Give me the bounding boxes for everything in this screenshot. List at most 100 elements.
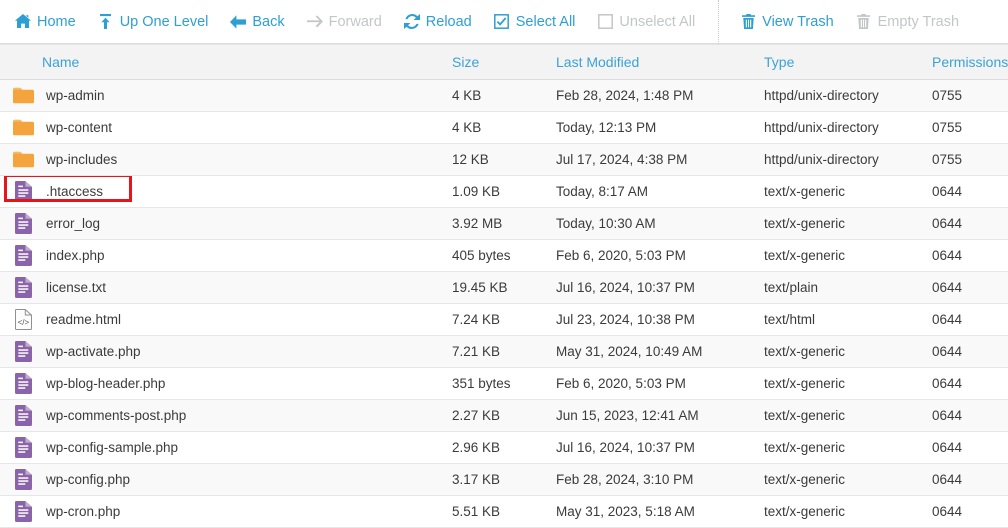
cell-name[interactable]: wp-config.php [0,463,444,496]
cell-name[interactable]: error_log [0,207,444,240]
file-name-label[interactable]: wp-includes [46,152,117,167]
cell-size: 3.92 MB [444,207,548,240]
cell-type: text/plain [756,271,924,304]
cell-size: 4 KB [444,79,548,112]
column-header-permissions[interactable]: Permissions [924,44,1008,80]
text-file-icon [12,373,34,395]
cell-size: 7.24 KB [444,303,548,336]
text-file-icon [12,245,34,267]
table-row[interactable]: </> readme.html 7.24 KB Jul 23, 2024, 10:38… [0,303,1008,336]
cell-permissions: 0644 [924,207,1008,240]
cell-name[interactable]: wp-blog-header.php [0,367,444,400]
table-row[interactable]: wp-config.php 3.17 KB Feb 28, 2024, 3:10 P… [0,463,1008,496]
file-name-label[interactable]: wp-comments-post.php [46,408,186,423]
folder-icon [12,149,34,171]
cell-permissions: 0644 [924,239,1008,272]
home-icon [15,14,31,30]
file-name-container[interactable]: wp-comments-post.php [0,400,444,431]
html-file-icon: </> [12,309,34,331]
cell-name[interactable]: wp-activate.php [0,335,444,368]
cell-name[interactable]: .htaccess [0,175,444,208]
file-name-label[interactable]: wp-blog-header.php [46,376,165,391]
cell-name[interactable]: index.php [0,239,444,272]
file-name-label[interactable]: wp-cron.php [46,504,120,519]
file-name-label[interactable]: index.php [46,248,105,263]
table-row[interactable]: wp-includes 12 KB Jul 17, 2024, 4:38 PM htt… [0,143,1008,176]
file-name-container[interactable]: </> readme.html [0,304,444,335]
file-name-container[interactable]: license.txt [0,272,444,303]
toolbar-button-up-one-level[interactable]: Up One Level [87,10,220,34]
cell-size: 1.09 KB [444,175,548,208]
table-row[interactable]: wp-activate.php 7.21 KB May 31, 2024, 10:4… [0,335,1008,368]
file-name-container[interactable]: wp-activate.php [0,336,444,367]
cell-name[interactable]: license.txt [0,271,444,304]
column-header-last-modified[interactable]: Last Modified [548,44,756,80]
cell-size: 4 KB [444,111,548,144]
table-row[interactable]: wp-comments-post.php 2.27 KB Jun 15, 2023,… [0,399,1008,432]
file-name-label[interactable]: wp-activate.php [46,344,141,359]
folder-icon [12,117,34,139]
cell-name[interactable]: wp-includes [0,143,444,176]
table-row[interactable]: wp-blog-header.php 351 bytes Feb 6, 2020, … [0,367,1008,400]
file-name-label[interactable]: wp-content [46,120,112,135]
cell-name[interactable]: wp-admin [0,79,444,112]
toolbar-button-label: Reload [425,13,472,30]
file-name-container[interactable]: wp-includes [0,144,444,175]
table-row[interactable]: index.php 405 bytes Feb 6, 2020, 5:03 PM te… [0,239,1008,272]
cell-last-modified: Today, 10:30 AM [548,207,756,240]
toolbar-button-back[interactable]: Back [219,10,295,34]
cell-size: 2.96 KB [444,431,548,464]
cell-name[interactable]: wp-content [0,111,444,144]
file-name-container[interactable]: wp-content [0,112,444,143]
table-row[interactable]: wp-content 4 KB Today, 12:13 PM httpd/unix-… [0,111,1008,144]
cell-permissions: 0644 [924,495,1008,528]
cell-name[interactable]: </> readme.html [0,303,444,336]
file-name-container[interactable]: index.php [0,240,444,271]
toolbar-button-reload[interactable]: Reload [393,10,483,34]
file-name-container[interactable]: wp-blog-header.php [0,368,444,399]
text-file-icon [12,277,34,299]
file-name-container[interactable]: wp-config.php [0,464,444,495]
toolbar-button-label: Empty Trash [877,13,960,30]
cell-last-modified: Feb 6, 2020, 5:03 PM [548,239,756,272]
toolbar-button-home[interactable]: Home [4,10,87,34]
table-row[interactable]: wp-admin 4 KB Feb 28, 2024, 1:48 PM httpd/u… [0,79,1008,112]
file-name-container[interactable]: wp-config-sample.php [0,432,444,463]
text-file-icon [12,341,34,363]
cell-last-modified: Feb 28, 2024, 3:10 PM [548,463,756,496]
text-file-icon [12,213,34,235]
file-name-container[interactable]: wp-admin [0,80,444,111]
table-row[interactable]: license.txt 19.45 KB Jul 16, 2024, 10:37 P… [0,271,1008,304]
file-name-label[interactable]: wp-config.php [46,472,130,487]
column-header-size[interactable]: Size [444,44,548,80]
file-table-header-row: Name Size Last Modified Type Permissions [0,44,1008,80]
file-name-label[interactable]: wp-config-sample.php [46,440,178,455]
file-name-label[interactable]: license.txt [46,280,106,295]
cell-last-modified: May 31, 2024, 10:49 AM [548,335,756,368]
cell-size: 5.51 KB [444,495,548,528]
cell-name[interactable]: wp-cron.php [0,495,444,528]
file-name-container[interactable]: .htaccess [0,175,444,207]
text-file-icon [12,181,34,203]
cell-size: 2.27 KB [444,399,548,432]
table-row[interactable]: error_log 3.92 MB Today, 10:30 AM text/x-ge… [0,207,1008,240]
file-name-label[interactable]: error_log [46,216,100,231]
cell-permissions: 0644 [924,431,1008,464]
column-header-type[interactable]: Type [756,44,924,80]
cell-name[interactable]: wp-comments-post.php [0,399,444,432]
cell-last-modified: May 31, 2023, 5:18 AM [548,495,756,528]
cell-last-modified: Today, 12:13 PM [548,111,756,144]
toolbar-button-select-all[interactable]: Select All [483,10,587,34]
toolbar-button-view-trash[interactable]: View Trash [729,10,844,34]
file-name-label[interactable]: wp-admin [46,88,105,103]
table-row[interactable]: .htaccess 1.09 KB Today, 8:17 AM text/x-gen… [0,175,1008,208]
table-row[interactable]: wp-config-sample.php 2.96 KB Jul 16, 2024,… [0,431,1008,464]
column-header-name[interactable]: Name [0,44,444,80]
cell-name[interactable]: wp-config-sample.php [0,431,444,464]
file-name-label[interactable]: .htaccess [46,184,103,199]
toolbar-button-label: Forward [328,13,382,30]
file-name-label[interactable]: readme.html [46,312,121,327]
file-name-container[interactable]: wp-cron.php [0,496,444,527]
file-name-container[interactable]: error_log [0,208,444,239]
table-row[interactable]: wp-cron.php 5.51 KB May 31, 2023, 5:18 AM t… [0,495,1008,528]
